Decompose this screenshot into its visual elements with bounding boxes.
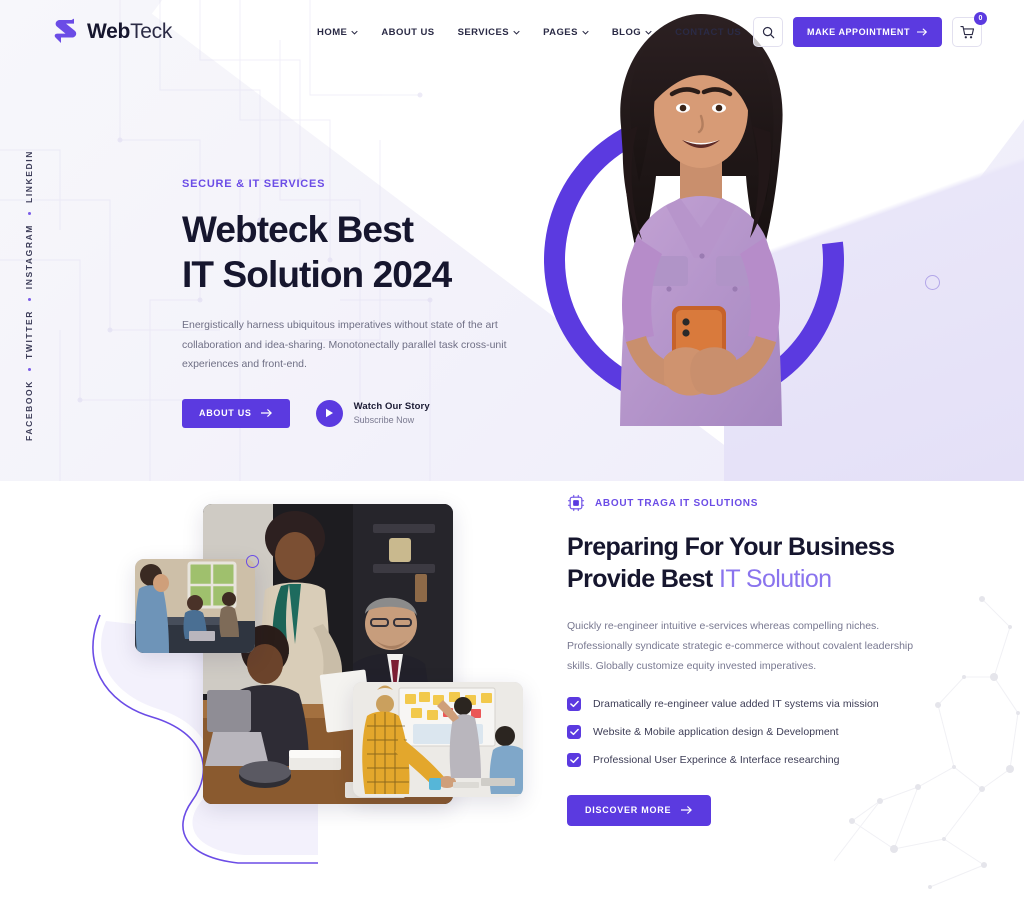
nav-item-contact-us[interactable]: CONTACT US bbox=[675, 27, 741, 38]
about-checklist: Dramatically re-engineer value added IT … bbox=[567, 696, 967, 767]
hero-title-line-1: Webteck Best bbox=[182, 209, 414, 250]
webteck-s-logo-icon bbox=[54, 18, 77, 43]
nav-item-blog[interactable]: BLOG bbox=[612, 27, 652, 38]
about-title-line-1: Preparing For Your Business bbox=[567, 533, 895, 561]
checklist-item: Website & Mobile application design & De… bbox=[567, 724, 967, 739]
social-link-facebook[interactable]: FACEBOOK bbox=[24, 380, 34, 441]
chevron-down-icon bbox=[645, 30, 652, 35]
make-appointment-label: MAKE APPOINTMENT bbox=[807, 27, 910, 37]
main-navigation: HOME ABOUT US SERVICES PAGES BLOG CONTAC… bbox=[317, 27, 741, 38]
nav-item-home[interactable]: HOME bbox=[317, 26, 359, 38]
hero-portrait-image bbox=[620, 14, 783, 426]
hero-copy: SECURE & IT SERVICES Webteck Best IT Sol… bbox=[182, 178, 542, 428]
brand-logo[interactable]: WebTeck bbox=[52, 18, 172, 46]
watch-subtitle: Subscribe Now bbox=[353, 415, 415, 426]
watch-our-story-link[interactable]: Watch Our Story Subscribe Now bbox=[315, 399, 430, 427]
cart-count-badge: 0 bbox=[974, 12, 987, 25]
cart-wrapper: 0 bbox=[952, 12, 987, 47]
hero-title: Webteck Best IT Solution 2024 bbox=[182, 207, 542, 297]
arrow-right-icon bbox=[917, 28, 927, 36]
hero-actions: ABOUT US Watch Our Story Subscribe Now bbox=[182, 398, 542, 428]
check-icon bbox=[567, 696, 581, 711]
social-separator-dot bbox=[27, 211, 31, 215]
social-link-linkedin[interactable]: LINKEDIN bbox=[24, 150, 34, 203]
hero-title-line-2: IT Solution 2024 bbox=[182, 254, 452, 296]
discover-more-label: DISCOVER MORE bbox=[585, 805, 672, 816]
hero-decorative-circle bbox=[925, 275, 940, 290]
nav-label: PAGES bbox=[543, 26, 578, 38]
arrow-right-icon bbox=[681, 806, 693, 815]
site-header: WebTeck HOME ABOUT US SERVICES PAGES BLO… bbox=[0, 0, 1024, 64]
play-button[interactable] bbox=[315, 399, 343, 427]
nav-label: HOME bbox=[317, 26, 348, 38]
checklist-item: Dramatically re-engineer value added IT … bbox=[567, 696, 967, 711]
chevron-down-icon bbox=[582, 30, 589, 35]
about-eyebrow-label: ABOUT TRAGA IT SOLUTIONS bbox=[595, 497, 759, 509]
about-title-line-2-dark: Provide Best bbox=[567, 564, 719, 593]
collage-image-office-window bbox=[135, 559, 255, 653]
about-image-collage bbox=[92, 493, 540, 864]
hero-eyebrow: SECURE & IT SERVICES bbox=[182, 178, 326, 190]
about-title-line-2-accent: IT Solution bbox=[718, 564, 832, 593]
hero-about-us-button[interactable]: ABOUT US bbox=[182, 398, 290, 428]
play-icon bbox=[325, 408, 333, 418]
nav-label: ABOUT US bbox=[381, 26, 435, 38]
shopping-cart-icon bbox=[959, 25, 974, 38]
hero-about-us-label: ABOUT US bbox=[199, 408, 252, 419]
about-eyebrow: ABOUT TRAGA IT SOLUTIONS bbox=[567, 494, 967, 512]
social-link-twitter[interactable]: TWITTER bbox=[24, 310, 34, 359]
social-separator-dot bbox=[27, 368, 31, 372]
chip-icon bbox=[567, 494, 585, 512]
arrow-right-icon bbox=[260, 409, 272, 417]
hero-section: WebTeck HOME ABOUT US SERVICES PAGES BLO… bbox=[0, 0, 1024, 481]
discover-more-button[interactable]: DISCOVER MORE bbox=[567, 794, 712, 826]
social-links-rail: FACEBOOK TWITTER INSTAGRAM LINKEDIN bbox=[24, 150, 34, 441]
social-separator-dot bbox=[27, 298, 31, 302]
nav-item-pages[interactable]: PAGES bbox=[543, 27, 589, 38]
checklist-label: Dramatically re-engineer value added IT … bbox=[593, 697, 879, 710]
brand-name: WebTeck bbox=[87, 20, 173, 43]
about-section: ABOUT TRAGA IT SOLUTIONS Preparing For Y… bbox=[0, 481, 1024, 911]
nav-item-about-us[interactable]: ABOUT US bbox=[381, 27, 434, 38]
search-icon bbox=[762, 26, 774, 38]
collage-decorative-circle bbox=[246, 555, 259, 568]
check-icon bbox=[567, 724, 581, 739]
check-icon bbox=[567, 752, 581, 767]
about-title: Preparing For Your Business Provide Best… bbox=[567, 532, 967, 596]
hero-description: Energistically harness ubiquitous impera… bbox=[182, 319, 507, 371]
watch-title: Watch Our Story bbox=[353, 401, 430, 413]
social-link-instagram[interactable]: INSTAGRAM bbox=[24, 224, 34, 289]
nav-label: CONTACT US bbox=[675, 26, 742, 38]
search-button[interactable] bbox=[753, 17, 784, 47]
header-actions: MAKE APPOINTMENT 0 bbox=[753, 12, 987, 47]
nav-label: BLOG bbox=[611, 26, 642, 38]
about-description: Quickly re-engineer intuitive e-services… bbox=[567, 619, 914, 673]
make-appointment-button[interactable]: MAKE APPOINTMENT bbox=[793, 17, 942, 47]
hero-visual bbox=[483, 0, 1024, 481]
nav-item-services[interactable]: SERVICES bbox=[458, 27, 520, 38]
watch-text-block: Watch Our Story Subscribe Now bbox=[354, 401, 430, 425]
nav-label: SERVICES bbox=[457, 26, 510, 38]
checklist-label: Website & Mobile application design & De… bbox=[593, 725, 839, 738]
checklist-label: Professional User Experince & Interface … bbox=[593, 753, 840, 766]
checklist-item: Professional User Experince & Interface … bbox=[567, 752, 967, 767]
chevron-down-icon bbox=[351, 30, 359, 35]
about-copy: ABOUT TRAGA IT SOLUTIONS Preparing For Y… bbox=[567, 494, 967, 826]
collage-image-whiteboard-workshop bbox=[353, 682, 523, 797]
chevron-down-icon bbox=[513, 30, 520, 35]
